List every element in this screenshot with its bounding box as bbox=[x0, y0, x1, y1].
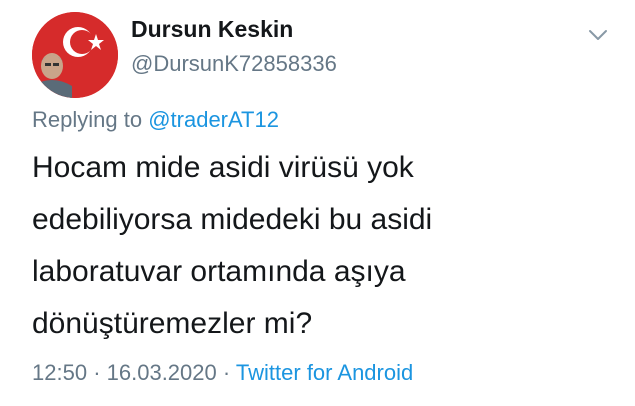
meta-separator: · bbox=[93, 360, 101, 385]
tweet-meta: 12:50 · 16.03.2020 · Twitter for Android bbox=[32, 360, 413, 386]
tweet-menu-button[interactable] bbox=[585, 22, 611, 48]
tweet-text-line: edebiliyorsa midedeki bu asidi bbox=[32, 203, 433, 236]
tweet-text: Hocam mide asidi virüsü yok edebiliyorsa… bbox=[32, 142, 592, 350]
tweet-time[interactable]: 12:50 bbox=[32, 360, 87, 385]
avatar-image bbox=[32, 12, 118, 98]
avatar[interactable] bbox=[32, 12, 118, 98]
author-display-name[interactable]: Dursun Keskin bbox=[131, 16, 293, 43]
replying-to: Replying to @traderAT12 bbox=[32, 107, 279, 133]
tweet-text-line: Hocam mide asidi virüsü yok bbox=[32, 151, 414, 184]
tweet-text-line: laboratuvar ortamında aşıya bbox=[32, 255, 406, 288]
replying-to-label: Replying to bbox=[32, 107, 143, 132]
chevron-down-icon bbox=[589, 30, 607, 40]
tweet-source-link[interactable]: Twitter for Android bbox=[236, 360, 413, 385]
tweet-date[interactable]: 16.03.2020 bbox=[107, 360, 217, 385]
tweet-text-line: dönüştüremezler mi? bbox=[32, 307, 313, 340]
author-handle[interactable]: @DursunK72858336 bbox=[131, 51, 337, 77]
replying-to-handle-link[interactable]: @traderAT12 bbox=[148, 107, 279, 132]
tweet-card: Dursun Keskin @DursunK72858336 Replying … bbox=[0, 0, 635, 406]
meta-separator: · bbox=[222, 360, 231, 385]
